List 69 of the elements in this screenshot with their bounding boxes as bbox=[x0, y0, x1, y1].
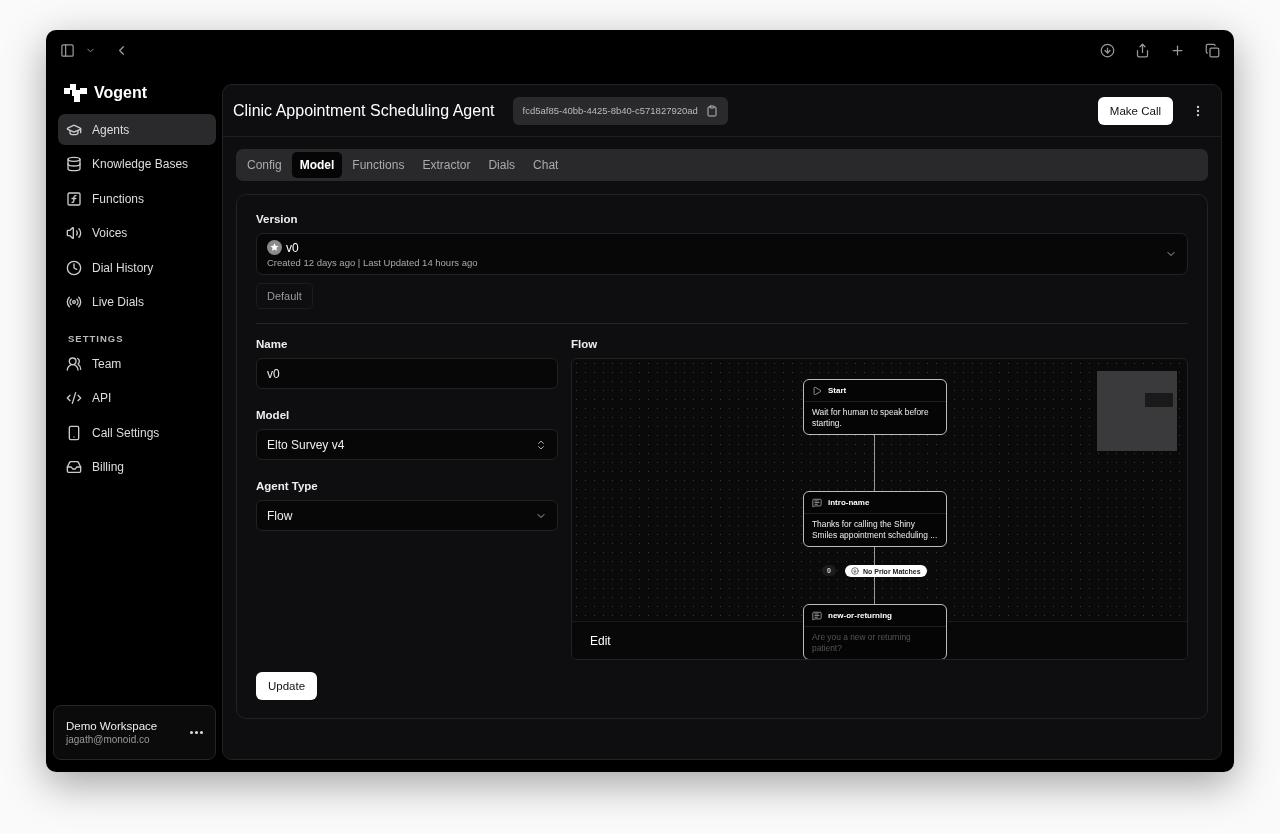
tab[interactable]: Dials bbox=[480, 152, 524, 178]
sidebar-item[interactable]: Call Settings bbox=[58, 417, 216, 448]
broadcast-icon bbox=[66, 294, 82, 310]
brand-name: Vogent bbox=[94, 84, 148, 102]
node-text: Thanks for calling the Shiny Smiles appointment scheduling ... bbox=[811, 518, 939, 542]
download-icon bbox=[1100, 42, 1115, 58]
version-select[interactable]: v0 Created 12 days ago | Last Updated 14 hours ago bbox=[256, 233, 1188, 275]
node-title: new-or-returning bbox=[828, 611, 892, 620]
tab[interactable]: Chat bbox=[525, 152, 567, 178]
tab[interactable]: Functions bbox=[344, 152, 413, 178]
flow-node[interactable]: Start Wait for human to speak before starting. bbox=[803, 379, 947, 435]
make-call-button[interactable]: Make Call bbox=[1097, 96, 1173, 125]
clock-icon bbox=[66, 259, 82, 276]
field-label: Version bbox=[256, 213, 299, 225]
update-button[interactable]: Update bbox=[256, 672, 318, 700]
node-text: Are you a new or returning patient? bbox=[811, 631, 912, 655]
node-text: Wait for human to speak before starting. bbox=[811, 406, 930, 430]
tab[interactable]: Config bbox=[239, 152, 290, 178]
page-title: Clinic Appointment Scheduling Agent bbox=[233, 101, 495, 120]
select-field[interactable]: Elto Survey v4 bbox=[256, 429, 558, 460]
team-icon bbox=[66, 355, 82, 372]
flow-node[interactable]: new-or-returning Are you a new or returning patient? bbox=[803, 604, 947, 659]
section-heading: SETTINGS bbox=[67, 333, 125, 344]
function-icon bbox=[66, 190, 82, 207]
speaker-icon bbox=[66, 225, 82, 241]
flow-node[interactable]: intro-name Thanks for calling the Shiny Smiles appointment scheduling ... bbox=[803, 491, 947, 547]
sidebar-item[interactable]: Agents bbox=[58, 114, 216, 145]
phone-icon bbox=[66, 424, 82, 441]
version-value: v0 bbox=[286, 240, 299, 255]
workspace-card[interactable]: Demo Workspace jagath@monoid.co bbox=[53, 705, 216, 760]
sidebar-toggle-icon bbox=[60, 42, 75, 58]
name-field[interactable]: v0 bbox=[256, 358, 558, 389]
field-label: Flow bbox=[571, 338, 599, 350]
play-icon bbox=[812, 385, 822, 396]
field-label: Model bbox=[256, 409, 291, 421]
field-label: Agent Type bbox=[256, 480, 319, 492]
message-icon bbox=[812, 497, 822, 508]
sidebar-item[interactable]: Billing bbox=[58, 451, 216, 483]
workspace-name: Demo Workspace bbox=[66, 720, 159, 732]
clipboard-icon bbox=[705, 104, 718, 117]
node-title: Start bbox=[828, 386, 847, 395]
node-title: intro-name bbox=[828, 498, 870, 507]
tab[interactable]: Extractor bbox=[414, 152, 479, 178]
field-label: Name bbox=[256, 338, 289, 350]
edge-line bbox=[874, 435, 875, 491]
share-icon bbox=[1135, 42, 1150, 58]
updown-icon bbox=[535, 438, 547, 451]
default-badge: Default bbox=[256, 283, 313, 309]
sidebar-item[interactable]: Functions bbox=[58, 183, 216, 214]
more-icon bbox=[190, 731, 203, 734]
workspace-email: jagath@monoid.co bbox=[66, 734, 151, 745]
database-icon bbox=[66, 156, 82, 172]
code-icon bbox=[66, 390, 82, 406]
sidebar-item[interactable]: Dial History bbox=[58, 252, 216, 283]
sidebar-item[interactable]: Live Dials bbox=[58, 286, 216, 318]
plus-icon bbox=[1170, 42, 1185, 58]
arrow-down-icon bbox=[851, 567, 859, 575]
sidebar-item[interactable]: Voices bbox=[58, 217, 216, 249]
message-icon bbox=[812, 610, 822, 621]
tabs-icon bbox=[1205, 42, 1220, 58]
billing-icon bbox=[66, 459, 82, 475]
version-meta: Created 12 days ago | Last Updated 14 hours ago bbox=[267, 257, 479, 268]
logo-icon bbox=[64, 84, 88, 102]
agent-id-chip[interactable]: fcd5af85-40bb-4425-8b40-c571827920ad bbox=[512, 96, 728, 125]
tab[interactable]: Model bbox=[291, 152, 343, 178]
sidebar-item[interactable]: Team bbox=[58, 348, 216, 379]
sidebar-item[interactable]: Knowledge Bases bbox=[58, 148, 216, 180]
select-field[interactable]: Flow bbox=[256, 500, 558, 531]
sidebar-item[interactable]: API bbox=[58, 382, 216, 414]
